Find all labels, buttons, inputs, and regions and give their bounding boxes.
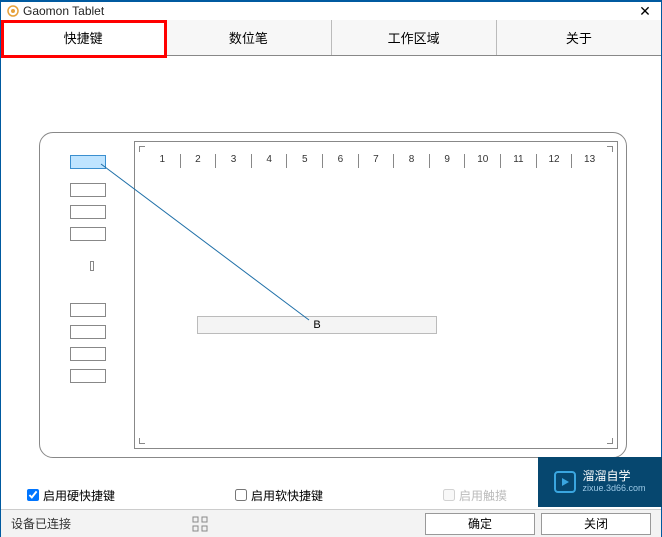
connection-status: 设备已连接 [11,515,161,532]
ruler-tick[interactable]: 9 [429,154,465,168]
watermark-brand: 溜溜自学 [582,470,645,483]
tab-workarea[interactable]: 工作区域 [332,20,497,55]
ruler-tick[interactable]: 4 [251,154,287,168]
ruler-tick[interactable]: 5 [286,154,322,168]
tab-label: 关于 [566,28,592,47]
hotkey-button-6[interactable] [70,325,106,339]
ruler-tick[interactable]: 11 [500,154,536,168]
hotkey-button-3[interactable] [70,205,106,219]
indicator-led [90,261,94,271]
enable-hard-hotkeys-checkbox[interactable]: 启用硬快捷键 [27,487,115,504]
tab-label: 快捷键 [64,28,103,47]
ruler-tick[interactable]: 8 [393,154,429,168]
content-area: 1 2 3 4 5 6 7 8 9 10 11 12 13 [1,56,661,483]
tab-hotkeys[interactable]: 快捷键 [1,20,166,55]
enable-touch-checkbox: 启用触摸 [443,487,507,504]
soft-key-ruler: 1 2 3 4 5 6 7 8 9 10 11 12 13 [145,154,607,168]
ruler-tick[interactable]: 7 [358,154,394,168]
ruler-tick[interactable]: 6 [322,154,358,168]
key-assignment-display[interactable]: B [197,316,437,334]
tab-label: 工作区域 [388,28,440,47]
hotkey-button-8[interactable] [70,369,106,383]
tab-label: 数位笔 [229,28,268,47]
ruler-tick[interactable]: 12 [536,154,572,168]
status-bar: 设备已连接 确定 关闭 [1,509,661,537]
app-icon [7,5,19,17]
ruler-tick[interactable]: 2 [180,154,216,168]
window-title: Gaomon Tablet [23,4,104,18]
grid-icon[interactable] [191,515,209,533]
ruler-tick[interactable]: 10 [464,154,500,168]
play-icon [554,471,576,493]
titlebar: Gaomon Tablet ✕ [0,0,662,20]
corner-mark [139,438,145,444]
hotkey-button-1[interactable] [70,155,106,169]
corner-mark [607,438,613,444]
checkbox-input[interactable] [27,489,39,501]
close-button[interactable]: 关闭 [541,513,651,535]
corner-mark [607,146,613,152]
checkbox-input [443,489,455,501]
watermark-badge: 溜溜自学 zixue.3d66.com [538,457,662,507]
close-window-button[interactable]: ✕ [633,3,657,19]
checkbox-label: 启用软快捷键 [251,487,323,504]
checkbox-input[interactable] [235,489,247,501]
ruler-tick[interactable]: 3 [215,154,251,168]
checkbox-label: 启用硬快捷键 [43,487,115,504]
hotkey-button-2[interactable] [70,183,106,197]
enable-soft-hotkeys-checkbox[interactable]: 启用软快捷键 [235,487,323,504]
tab-pen[interactable]: 数位笔 [166,20,331,55]
tablet-frame: 1 2 3 4 5 6 7 8 9 10 11 12 13 [39,132,627,458]
drawing-canvas: 1 2 3 4 5 6 7 8 9 10 11 12 13 [134,141,618,449]
hotkey-button-7[interactable] [70,347,106,361]
ok-button[interactable]: 确定 [425,513,535,535]
checkbox-label: 启用触摸 [459,487,507,504]
hotkey-button-5[interactable] [70,303,106,317]
ruler-tick[interactable]: 1 [145,154,180,168]
ruler-tick[interactable]: 13 [571,154,607,168]
assignment-label: B [313,319,320,331]
tab-bar: 快捷键 数位笔 工作区域 关于 [1,20,661,56]
corner-mark [139,146,145,152]
tab-about[interactable]: 关于 [497,20,661,55]
watermark-url: zixue.3d66.com [582,484,645,494]
hotkey-button-4[interactable] [70,227,106,241]
